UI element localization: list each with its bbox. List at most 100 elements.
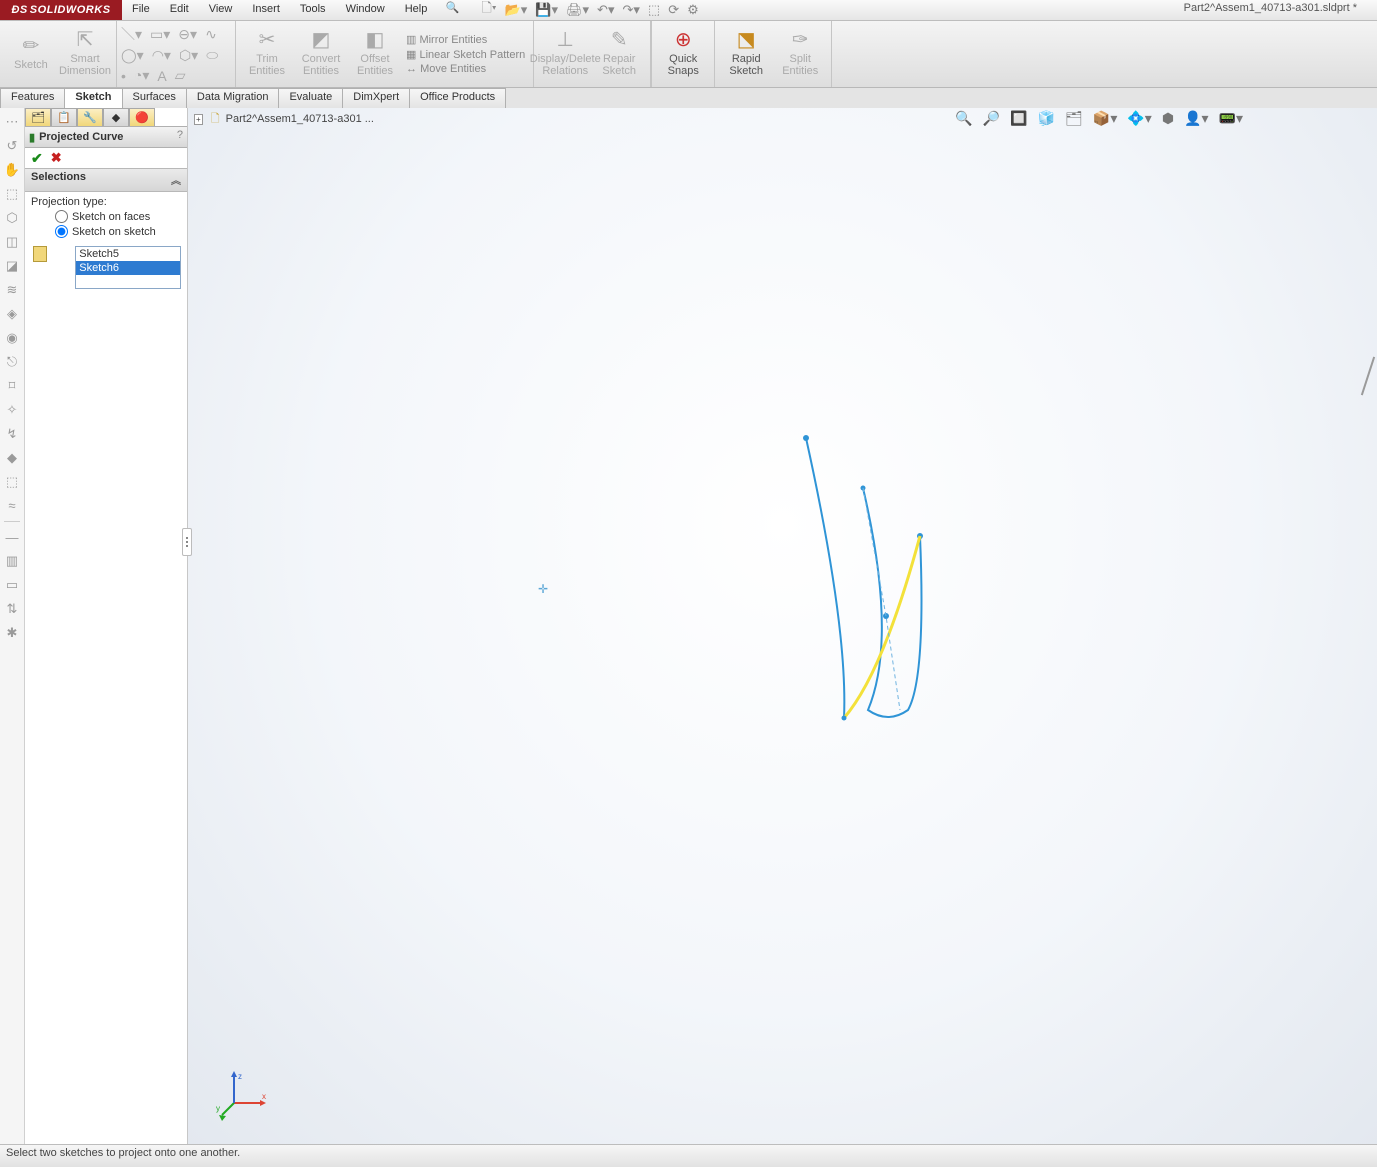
lt-13[interactable]: ↯ (7, 426, 18, 442)
linear-pattern[interactable]: ▦ Linear Sketch Pattern (406, 48, 525, 61)
lt-16[interactable]: ≈ (8, 498, 15, 513)
section-icon[interactable]: 🧊 (1036, 110, 1057, 127)
undo-icon[interactable]: ↶▾ (595, 2, 616, 18)
ellipse-icon[interactable]: ⬭ (206, 47, 218, 64)
pm-section-selections[interactable]: Selections︽ (25, 168, 187, 192)
redo-icon[interactable]: ↷▾ (620, 2, 641, 18)
menu-tools[interactable]: Tools (290, 0, 336, 20)
sketch-button[interactable]: ✏Sketch (4, 24, 58, 84)
lt-9[interactable]: ◉ (6, 330, 17, 346)
circle-icon[interactable]: ◯▾ (121, 47, 144, 64)
selection-listbox[interactable]: Sketch5 Sketch6 (75, 246, 181, 289)
list-item[interactable] (76, 275, 180, 288)
tab-features[interactable]: Features (0, 88, 65, 108)
lt-4[interactable]: ⬡ (6, 210, 17, 226)
lt-10[interactable]: ⎋ (7, 354, 17, 370)
radio-sketch-on-sketch[interactable]: Sketch on sketch (55, 225, 181, 238)
tab-surfaces[interactable]: Surfaces (122, 88, 187, 108)
menu-window[interactable]: Window (336, 0, 395, 20)
lt-15[interactable]: ⬚ (6, 474, 18, 490)
lt-1[interactable]: ↺ (7, 138, 18, 154)
view-orient-icon[interactable]: 🗂 (1063, 110, 1085, 127)
rapid-sketch-button[interactable]: ⬔Rapid Sketch (719, 24, 773, 84)
tab-evaluate[interactable]: Evaluate (278, 88, 343, 108)
graphics-viewport[interactable]: + 🗋 Part2^Assem1_40713-a301 ... 🔍 🔎 🔲 🧊 … (188, 108, 1377, 1149)
lt-20[interactable]: ⇅ (7, 601, 18, 617)
convert-entities-button[interactable]: ◩Convert Entities (294, 24, 348, 84)
rect-icon[interactable]: ▭▾ (150, 26, 170, 43)
menu-view[interactable]: View (199, 0, 243, 20)
help-icon[interactable]: ? (177, 129, 183, 141)
hide-show-icon[interactable]: 💠▾ (1125, 110, 1153, 127)
lt-12[interactable]: ✧ (7, 402, 18, 418)
text-icon[interactable]: A (157, 68, 166, 84)
plane-icon[interactable]: ▱ (175, 67, 186, 84)
menu-insert[interactable]: Insert (242, 0, 290, 20)
pm-tab-dimxpert[interactable]: ◆ (103, 108, 129, 126)
lt-2[interactable]: ✋ (4, 162, 20, 178)
lt-14[interactable]: ◆ (7, 450, 17, 466)
new-doc-icon[interactable]: 🗋▾ (479, 0, 498, 21)
save-icon[interactable]: 💾▾ (533, 2, 560, 18)
quick-snaps-button[interactable]: ⊕Quick Snaps (656, 24, 710, 84)
scene-icon[interactable]: 👤▾ (1182, 110, 1210, 127)
list-item[interactable]: Sketch6 (76, 261, 180, 275)
lt-18[interactable]: ▥ (6, 553, 18, 569)
open-icon[interactable]: 📂▾ (503, 2, 530, 18)
menu-file[interactable]: File (122, 0, 160, 20)
prev-view-icon[interactable]: 🔲 (1008, 110, 1029, 127)
pm-tab-feature-tree[interactable]: 🗂 (25, 108, 51, 126)
lt-8[interactable]: ◈ (7, 306, 17, 322)
poly-icon[interactable]: ⬡▾ (179, 47, 198, 64)
list-item[interactable]: Sketch5 (76, 247, 180, 261)
repair-sketch-button[interactable]: ✎Repair Sketch (592, 24, 646, 84)
pm-tab-property[interactable]: 📋 (51, 108, 77, 126)
move-entities[interactable]: ↔ Move Entities (406, 63, 525, 75)
tab-data-migration[interactable]: Data Migration (186, 88, 280, 108)
select-icon[interactable]: ⬚ (646, 2, 662, 18)
lt-11[interactable]: ⌑ (9, 378, 16, 394)
trim-entities-button[interactable]: ✂Trim Entities (240, 24, 294, 84)
radio-sketch-on-faces[interactable]: Sketch on faces (55, 210, 181, 223)
arc-icon[interactable]: ◠▾ (152, 47, 171, 64)
slot-icon[interactable]: ⊖▾ (178, 26, 197, 43)
lt-6[interactable]: ◪ (6, 258, 18, 274)
tab-office-products[interactable]: Office Products (409, 88, 506, 108)
mirror-entities[interactable]: ▥ Mirror Entities (406, 33, 525, 46)
display-delete-relations-button[interactable]: ⊥Display/Delete Relations (538, 24, 592, 84)
line-icon[interactable]: ＼▾ (121, 24, 142, 44)
lt-3[interactable]: ⬚ (6, 186, 18, 202)
pm-tab-config[interactable]: 🔧 (77, 108, 103, 126)
lt-17[interactable]: ― (6, 530, 19, 545)
cancel-button[interactable]: ✖ (51, 150, 62, 166)
menu-help[interactable]: Help (395, 0, 438, 20)
split-entities-button[interactable]: ✑Split Entities (773, 24, 827, 84)
lt-5[interactable]: ◫ (6, 234, 18, 250)
tab-dimxpert[interactable]: DimXpert (342, 88, 410, 108)
breadcrumb[interactable]: + 🗋 Part2^Assem1_40713-a301 ... (194, 110, 374, 129)
rebuild-icon[interactable]: ⟳ (666, 2, 681, 18)
panel-collapse-handle[interactable] (182, 528, 192, 556)
spline-icon[interactable]: ∿ (205, 26, 217, 43)
display-style-icon[interactable]: 📦▾ (1091, 110, 1119, 127)
pm-tab-display[interactable]: 🔴 (129, 108, 155, 126)
zoom-fit-icon[interactable]: 🔍 (953, 110, 974, 127)
expand-icon[interactable]: + (194, 114, 203, 125)
view-settings-icon[interactable]: 📟▾ (1217, 110, 1245, 127)
point-icon[interactable]: • (121, 68, 126, 84)
zoom-area-icon[interactable]: 🔎 (981, 110, 1002, 127)
menu-edit[interactable]: Edit (160, 0, 199, 20)
print-icon[interactable]: 🖨▾ (564, 2, 591, 18)
lt-0[interactable]: ⋯ (6, 114, 19, 130)
appearance-icon[interactable]: ⬢ (1160, 110, 1176, 127)
ok-button[interactable]: ✔ (31, 150, 43, 167)
view-triad[interactable]: x y z (216, 1071, 266, 1121)
smart-dimension-button[interactable]: ⇱Smart Dimension (58, 24, 112, 84)
fillet-icon[interactable]: ◔▾ (134, 67, 149, 84)
offset-entities-button[interactable]: ◧Offset Entities (348, 24, 402, 84)
options-icon[interactable]: ⚙ (685, 2, 701, 18)
tab-sketch[interactable]: Sketch (64, 88, 122, 108)
lt-7[interactable]: ≋ (7, 282, 18, 298)
lt-19[interactable]: ▭ (6, 577, 18, 593)
search-icon[interactable]: 🔍 (443, 1, 461, 19)
